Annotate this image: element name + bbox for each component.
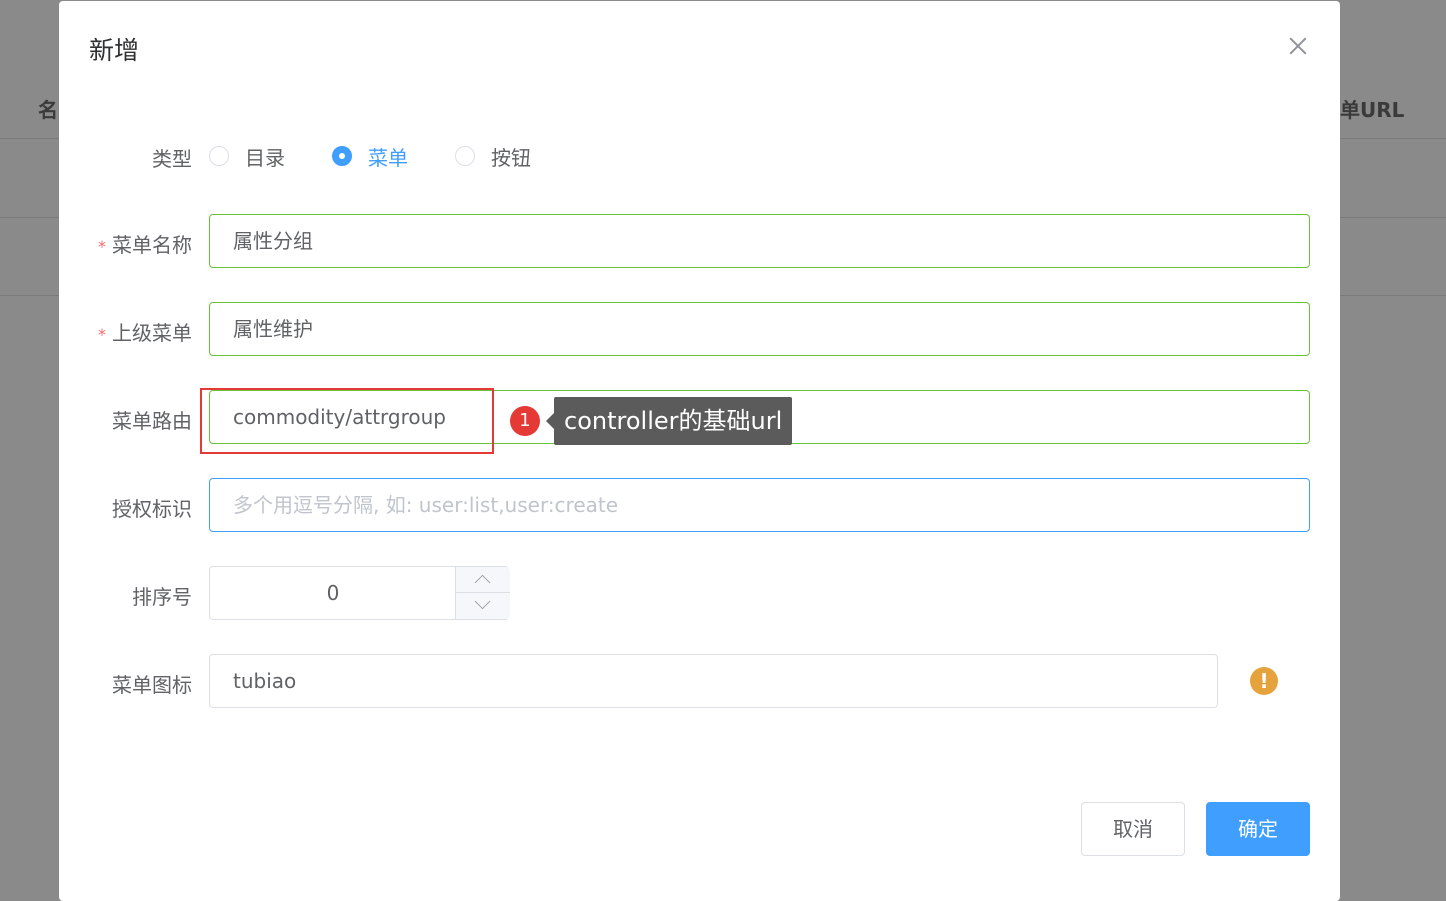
required-mark: * <box>98 237 106 256</box>
perms-label: 授权标识 <box>112 497 192 521</box>
radio-circle[interactable] <box>209 146 229 166</box>
radio-button[interactable]: 按钮 <box>455 144 531 170</box>
type-label: 类型 <box>152 147 192 171</box>
chevron-up-icon <box>474 574 491 591</box>
confirm-button[interactable]: 确定 <box>1206 802 1310 856</box>
stepper-controls <box>455 567 510 619</box>
perms-placeholder: 多个用逗号分隔, 如: user:list,user:create <box>233 493 619 517</box>
menu-name-input[interactable]: 属性分组 <box>209 214 1310 268</box>
radio-circle[interactable] <box>455 146 475 166</box>
menu-icon-label: 菜单图标 <box>112 673 192 697</box>
annotation-tooltip: controller的基础url <box>545 397 793 445</box>
parent-menu-label-text: 上级菜单 <box>112 321 192 345</box>
parent-menu-label: * 上级菜单 <box>59 317 192 346</box>
required-mark: * <box>98 325 106 344</box>
warning-icon[interactable]: ! <box>1250 667 1278 695</box>
menu-route-label: 菜单路由 <box>112 409 192 433</box>
order-stepper[interactable]: 0 <box>209 566 510 620</box>
menu-name-label: * 菜单名称 <box>59 229 192 258</box>
radio-label: 菜单 <box>368 145 408 170</box>
background-column-header: 单URL <box>1340 98 1405 122</box>
add-menu-dialog: 新增 类型 目录 菜单 按钮 * 菜单名称 属性分组 * 上级菜单 属性维护 菜单路… <box>59 1 1340 901</box>
dialog-title: 新增 <box>89 36 140 65</box>
decrement-button[interactable] <box>456 593 510 619</box>
cancel-button[interactable]: 取消 <box>1081 802 1185 856</box>
menu-icon-input[interactable]: tubiao <box>209 654 1218 708</box>
close-icon[interactable] <box>1287 35 1309 57</box>
background-column-header: 名 <box>38 98 58 122</box>
radio-label: 按钮 <box>491 145 531 170</box>
radio-circle[interactable] <box>332 146 352 166</box>
order-value[interactable]: 0 <box>210 567 456 619</box>
parent-menu-input[interactable]: 属性维护 <box>209 302 1310 356</box>
increment-button[interactable] <box>456 567 510 593</box>
perms-input[interactable]: 多个用逗号分隔, 如: user:list,user:create <box>209 478 1310 532</box>
radio-directory[interactable]: 目录 <box>209 144 285 170</box>
order-label: 排序号 <box>132 585 192 609</box>
menu-name-label-text: 菜单名称 <box>112 233 192 257</box>
radio-menu[interactable]: 菜单 <box>332 144 408 170</box>
annotation-highlight-box <box>200 388 494 454</box>
annotation-number-badge: 1 <box>510 406 540 436</box>
chevron-down-icon <box>474 593 491 610</box>
radio-label: 目录 <box>245 145 285 170</box>
